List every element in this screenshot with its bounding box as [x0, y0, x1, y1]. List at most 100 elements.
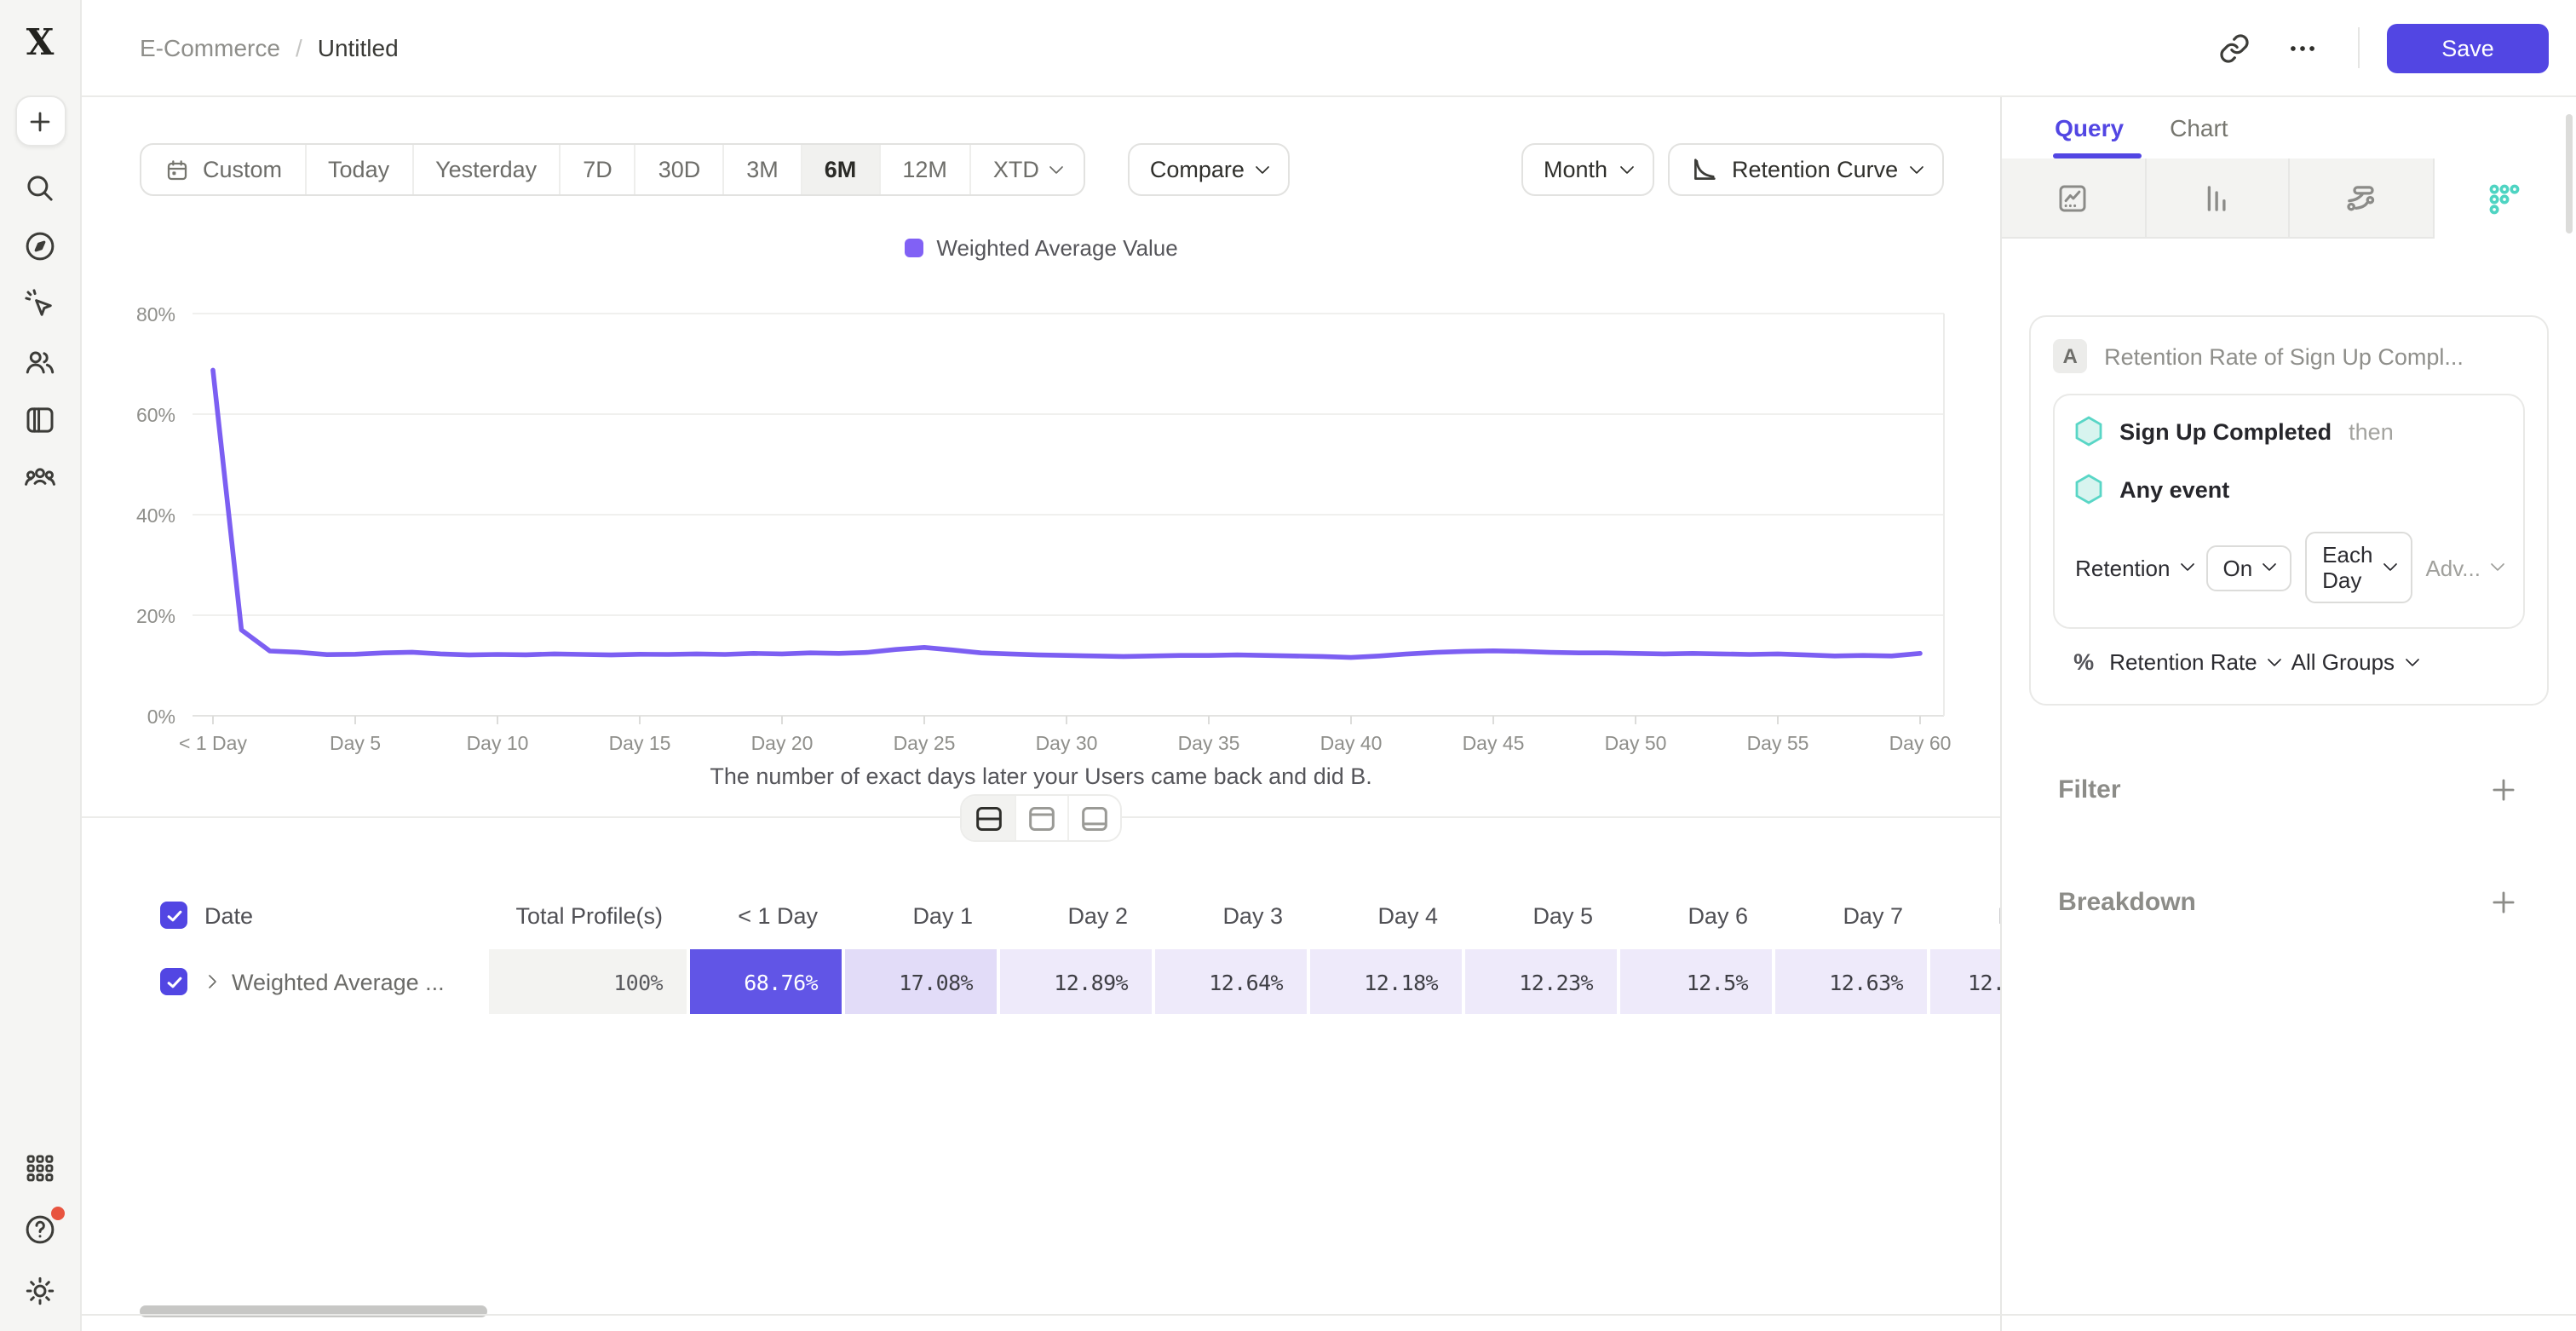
- breadcrumb-report-title[interactable]: Untitled: [318, 34, 399, 61]
- step-born-event[interactable]: Sign Up Completed then: [2055, 402, 2523, 460]
- boards-nav-button[interactable]: [20, 399, 60, 440]
- row-name-label[interactable]: Weighted Average ...: [232, 969, 445, 994]
- cohorts-nav-button[interactable]: [20, 457, 60, 498]
- breakdown-section-label: Breakdown: [2058, 888, 2196, 917]
- plus-icon: [2487, 886, 2520, 919]
- divider: [2358, 27, 2360, 68]
- check-icon: [164, 972, 183, 991]
- retention-type-label: Retention: [2075, 555, 2170, 580]
- events-nav-button[interactable]: [20, 283, 60, 324]
- range-custom[interactable]: Custom: [141, 145, 304, 194]
- report-tab-funnels[interactable]: [2146, 158, 2290, 239]
- retention-curve-icon: [1689, 155, 1718, 184]
- query-title[interactable]: Retention Rate of Sign Up Compl...: [2104, 343, 2464, 369]
- range-7d[interactable]: 7D: [559, 145, 635, 194]
- chart-legend: Weighted Average Value: [82, 235, 2000, 261]
- y-tick-label: 60%: [136, 404, 175, 426]
- compare-label: Compare: [1150, 157, 1245, 182]
- frequency-dropdown[interactable]: Each Day: [2305, 532, 2412, 603]
- copy-link-button[interactable]: [2205, 22, 2263, 73]
- mixpanel-logo-icon[interactable]: X: [20, 20, 60, 61]
- header-cell--1-day: < 1 Day: [687, 902, 842, 928]
- report-tab-insights[interactable]: [2002, 158, 2146, 239]
- compare-button[interactable]: Compare: [1128, 143, 1291, 196]
- breadcrumb: E-Commerce / Untitled: [140, 34, 399, 61]
- tab-chart[interactable]: Chart: [2170, 114, 2228, 141]
- row-checkbox[interactable]: [160, 968, 187, 995]
- funnels-icon: [2199, 180, 2235, 216]
- range-label: 6M: [825, 157, 857, 182]
- retention-settings-row: Retention On Each Day: [2055, 518, 2523, 620]
- breadcrumb-project[interactable]: E-Commerce: [140, 34, 280, 61]
- view-toggle-table[interactable]: [1067, 796, 1120, 840]
- help-nav-button[interactable]: [20, 1208, 60, 1249]
- range-30d[interactable]: 30D: [635, 145, 723, 194]
- chevron-down-icon: [2405, 652, 2419, 666]
- x-tick-label: < 1 Day: [179, 732, 247, 754]
- more-ellipsis-icon: [2286, 32, 2318, 64]
- row-name-cell: Weighted Average ...: [140, 968, 486, 995]
- advanced-dropdown[interactable]: Adv...: [2425, 555, 2503, 580]
- range-label: Today: [328, 157, 389, 182]
- chart-caption: The number of exact days later your User…: [82, 763, 2000, 789]
- x-tick-label: Day 10: [467, 732, 529, 754]
- chevron-down-icon: [1256, 159, 1270, 174]
- query-builder: A Retention Rate of Sign Up Compl... Sig…: [2002, 239, 2576, 919]
- range-yesterday[interactable]: Yesterday: [411, 145, 559, 194]
- calendar-icon: [164, 156, 191, 183]
- value-cell-day-6: 12.5%: [1617, 949, 1772, 1014]
- step-return-event[interactable]: Any event: [2055, 460, 2523, 518]
- report-tab-retention[interactable]: [2434, 158, 2576, 239]
- apps-nav-button[interactable]: [20, 1147, 60, 1188]
- retention-type-dropdown[interactable]: Retention: [2075, 555, 2192, 580]
- granularity-label: Month: [1544, 157, 1607, 182]
- x-tick-label: Day 25: [894, 732, 956, 754]
- filter-section-label: Filter: [2058, 775, 2120, 804]
- range-12m[interactable]: 12M: [878, 145, 969, 194]
- step-suffix: then: [2349, 418, 2394, 444]
- add-filter-button[interactable]: [2487, 774, 2520, 806]
- y-tick-label: 0%: [147, 706, 175, 728]
- report-controls-row: Custom Today Yesterday 7D30D3M 6M 12MXTD Comp…: [140, 143, 1944, 196]
- settings-nav-button[interactable]: [20, 1270, 60, 1311]
- groups-dropdown[interactable]: All Groups: [2291, 649, 2417, 675]
- add-breakdown-button[interactable]: [2487, 886, 2520, 919]
- more-menu-button[interactable]: [2273, 22, 2331, 73]
- users-nav-button[interactable]: [20, 341, 60, 382]
- search-nav-button[interactable]: [20, 167, 60, 208]
- granularity-dropdown[interactable]: Month: [1521, 143, 1653, 196]
- on-dropdown[interactable]: On: [2205, 544, 2291, 591]
- view-toggle-chart[interactable]: [1015, 796, 1067, 840]
- explore-nav-button[interactable]: [20, 225, 60, 266]
- expand-row-button[interactable]: [204, 977, 215, 987]
- range-label: Yesterday: [435, 157, 537, 182]
- table-row[interactable]: Weighted Average ...100%68.76%17.08%12.8…: [140, 949, 2015, 1014]
- range-3m[interactable]: 3M: [722, 145, 801, 194]
- chevron-down-icon: [1619, 159, 1634, 174]
- query-badge: A: [2053, 339, 2087, 373]
- value-cell-day-1: 17.08%: [842, 949, 997, 1014]
- header-cell-day-3: Day 3: [1152, 902, 1307, 928]
- header-cell-day-6: Day 6: [1617, 902, 1772, 928]
- step-event-name: Sign Up Completed: [2119, 418, 2332, 444]
- chart-controls: Month Retention Curve: [1521, 143, 1944, 196]
- select-all-checkbox[interactable]: [160, 902, 187, 929]
- x-tick-label: Day 50: [1605, 732, 1667, 754]
- retention-curve-chart[interactable]: 0%20%40%60%80%< 1 DayDay 5Day 10Day 15Da…: [82, 297, 2015, 760]
- compass-icon: [22, 228, 58, 263]
- panel-scrollbar[interactable]: [2566, 114, 2573, 233]
- range-6m[interactable]: 6M: [801, 145, 879, 194]
- header-cell-day-5: Day 5: [1462, 902, 1617, 928]
- tab-query[interactable]: Query: [2055, 114, 2124, 141]
- range-xtd[interactable]: XTD: [969, 145, 1084, 194]
- view-toggle-split[interactable]: [962, 796, 1015, 840]
- step-event-name: Any event: [2119, 476, 2229, 502]
- range-today[interactable]: Today: [304, 145, 411, 194]
- report-tab-flows[interactable]: [2290, 158, 2434, 239]
- value-cell-day-7: 12.63%: [1772, 949, 1927, 1014]
- measure-dropdown[interactable]: Retention Rate: [2109, 649, 2279, 675]
- chart-type-dropdown[interactable]: Retention Curve: [1667, 143, 1944, 196]
- y-tick-label: 20%: [136, 605, 175, 627]
- create-button[interactable]: [14, 95, 66, 147]
- save-button[interactable]: Save: [2387, 23, 2549, 72]
